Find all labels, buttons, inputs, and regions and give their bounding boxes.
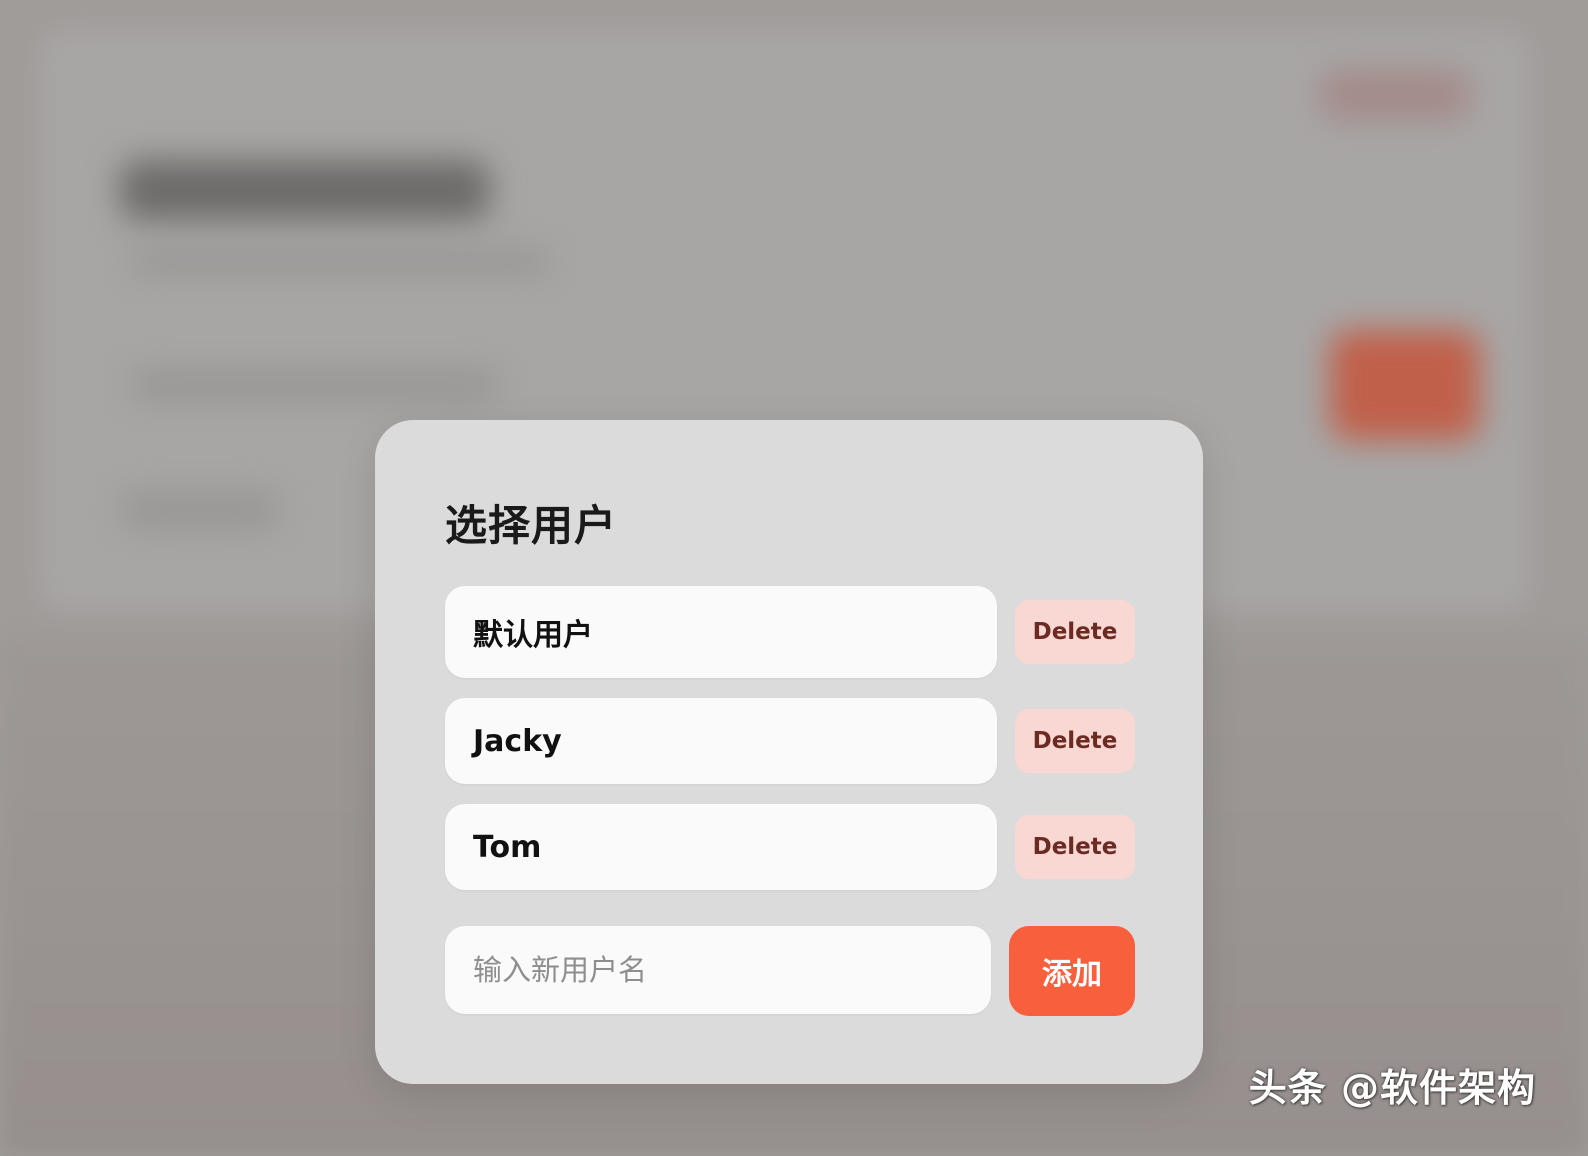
add-user-row: 添加 (445, 926, 1135, 1016)
delete-user-button[interactable]: Delete (1015, 600, 1135, 664)
background-subtitle-blurred (130, 250, 550, 274)
select-user-dialog: 选择用户 默认用户 Delete Jacky Delete Tom Delete… (375, 420, 1203, 1084)
user-name-field[interactable]: Tom (445, 804, 997, 890)
background-row-blurred (120, 490, 280, 530)
user-name-field[interactable]: Jacky (445, 698, 997, 784)
user-row: Tom Delete (445, 804, 1135, 890)
delete-user-button[interactable]: Delete (1015, 709, 1135, 773)
background-primary-button-blurred (1330, 330, 1480, 440)
delete-user-button[interactable]: Delete (1015, 815, 1135, 879)
user-row: Jacky Delete (445, 698, 1135, 784)
background-title-blurred (120, 160, 490, 220)
dialog-title: 选择用户 (445, 501, 618, 550)
new-username-input[interactable] (445, 926, 991, 1014)
add-user-button[interactable]: 添加 (1009, 926, 1135, 1016)
background-button-blurred (1320, 70, 1470, 120)
user-name-field[interactable]: 默认用户 (445, 586, 997, 678)
watermark-text: 头条 @软件架构 (1248, 1066, 1536, 1110)
background-row-blurred (130, 370, 500, 400)
user-row: 默认用户 Delete (445, 586, 1135, 678)
